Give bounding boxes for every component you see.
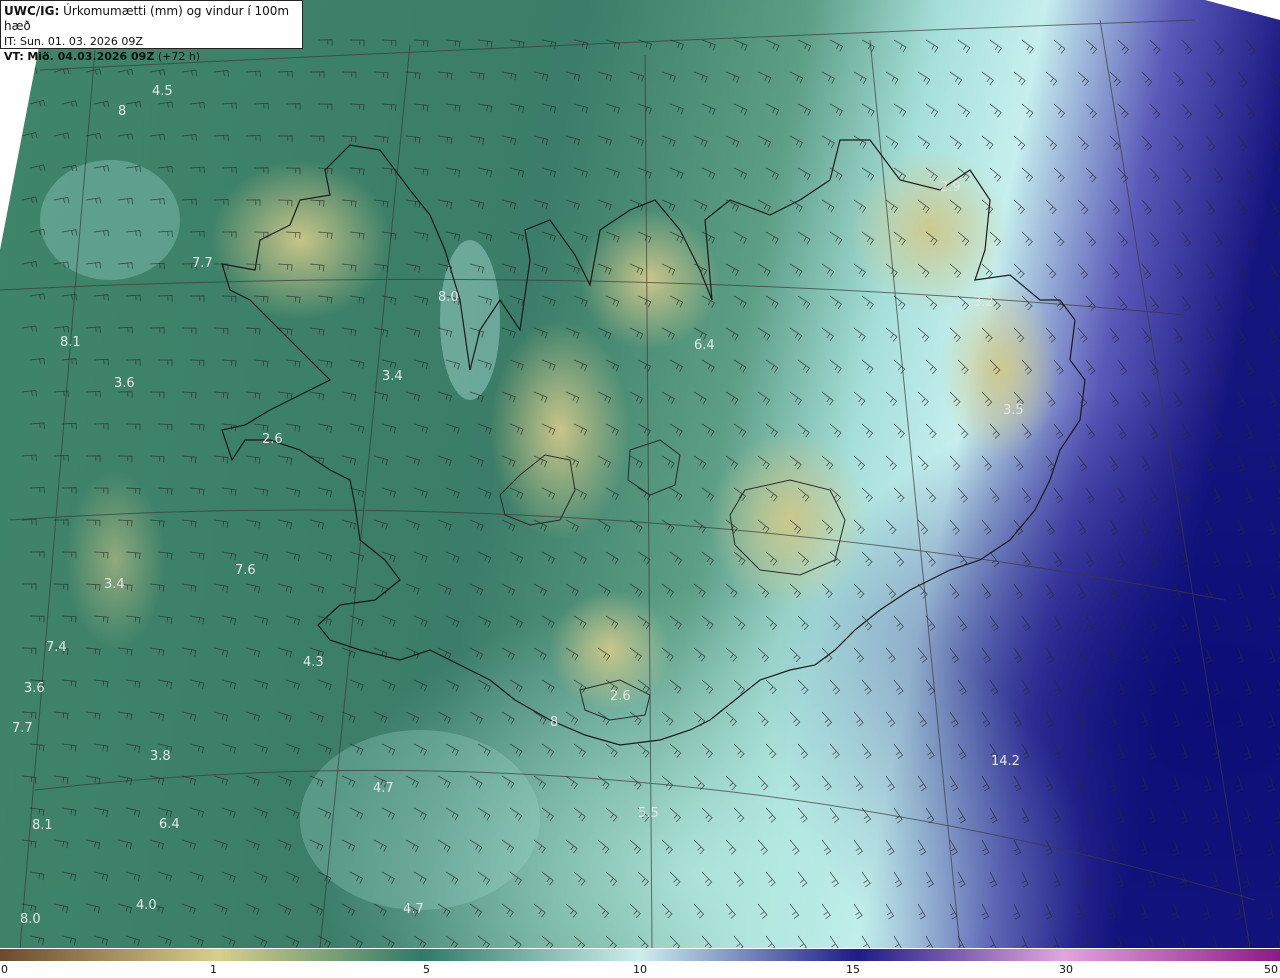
valid-time: Mið. 04.03.2026 09Z [27, 50, 155, 63]
point-label: 8 [550, 715, 558, 730]
point-label: 8 [118, 104, 126, 119]
point-label: 4.7 [373, 781, 394, 796]
colorbar-tick: 0 [1, 963, 8, 976]
point-label: 3.6 [24, 681, 45, 696]
point-label: 3.8 [150, 749, 171, 764]
map-info-box: UWC/IG: Úrkomumætti (mm) og vindur í 100… [0, 0, 303, 63]
point-label: 8.0 [20, 912, 41, 927]
point-label: 8.1 [60, 335, 81, 350]
point-label: 2.6 [262, 432, 283, 447]
colorbar-tick: 30 [1059, 963, 1073, 976]
point-label: 3.2 [973, 295, 994, 310]
point-label: 3.5 [1003, 403, 1024, 418]
initial-time: Sun. 01. 03. 2026 09Z [19, 35, 143, 48]
point-label: 7.4 [46, 640, 67, 655]
point-label: 8.0 [438, 290, 459, 305]
colorbar-tick: 15 [846, 963, 860, 976]
point-label: 3.4 [104, 577, 125, 592]
vt-prefix: VT: [4, 50, 24, 63]
point-label: 4.0 [136, 898, 157, 913]
point-label: 4.5 [152, 84, 173, 99]
colorbar-tick: 10 [633, 963, 647, 976]
colorbar-tick: 5 [423, 963, 430, 976]
point-label: 8.1 [32, 818, 53, 833]
colorbar-tick: 50 [1264, 963, 1278, 976]
point-label: 3.4 [382, 369, 403, 384]
point-label: 2.6 [610, 689, 631, 704]
point-label: 14.2 [991, 754, 1020, 769]
point-label: 6.4 [159, 817, 180, 832]
precipitation-wind-map: 4.5 8 2.9 7.7 8.0 3.2 8.1 6.4 3.6 3.4 3.… [0, 0, 1280, 961]
point-label: 5.5 [638, 806, 659, 821]
lead-time: (+72 h) [157, 50, 201, 63]
precip-field: 4.5 8 2.9 7.7 8.0 3.2 8.1 6.4 3.6 3.4 3.… [0, 0, 1280, 948]
point-label: 7.7 [192, 256, 213, 271]
point-label: 7.7 [12, 721, 33, 736]
colorbar [0, 949, 1280, 961]
point-label: 2.9 [940, 180, 961, 195]
it-prefix: IT: [4, 35, 17, 48]
point-label: 6.4 [694, 338, 715, 353]
point-label: 4.3 [303, 655, 324, 670]
point-label: 4.7 [403, 902, 424, 917]
colorbar-tick: 1 [210, 963, 217, 976]
model-name: UWC/IG: [4, 4, 60, 18]
point-label: 7.6 [235, 563, 256, 578]
point-label: 3.6 [114, 376, 135, 391]
